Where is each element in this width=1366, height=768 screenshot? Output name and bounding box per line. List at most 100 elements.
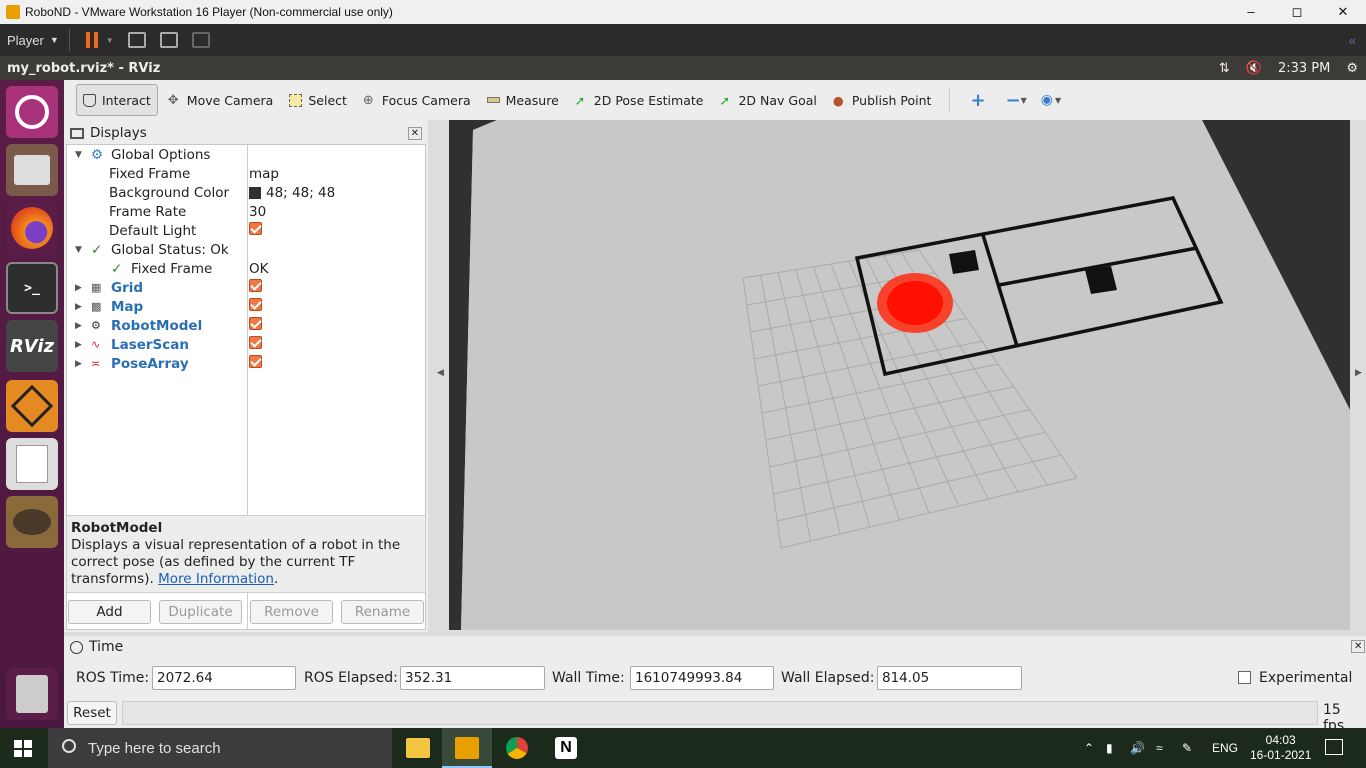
grid-icon: ▦ <box>91 281 102 294</box>
collapse-right-arrow-icon[interactable]: ▶ <box>1355 368 1362 378</box>
remove-tool-icon[interactable]: − <box>1006 90 1021 111</box>
tree-row-grid[interactable]: ▶ ▦ Grid <box>67 278 425 297</box>
notification-icon[interactable] <box>1325 739 1343 755</box>
tree-row-status-fixed-frame[interactable]: ✓ Fixed Frame OK <box>67 259 425 278</box>
show-hidden-icons[interactable]: ⌃ <box>1084 728 1094 768</box>
move-camera-tool[interactable]: ✥ Move Camera <box>162 84 280 116</box>
chevron-down-icon: ▼ <box>49 35 59 45</box>
ros-time-field[interactable]: 2072.64 <box>152 666 296 690</box>
add-button[interactable]: Add <box>68 600 151 624</box>
tree-row-default-light[interactable]: Default Light <box>67 221 425 240</box>
language-indicator[interactable]: ENG <box>1212 728 1238 768</box>
terminal-icon[interactable]: >_ <box>6 262 58 314</box>
send-keys-icon[interactable] <box>127 32 146 48</box>
render-canvas[interactable] <box>449 120 1350 630</box>
chevron-down-icon[interactable]: ▼ <box>1021 96 1027 105</box>
player-menu[interactable]: Player ▼ <box>7 33 59 48</box>
wifi-icon[interactable]: ≈ <box>1156 728 1163 768</box>
fixed-frame-value[interactable]: map <box>249 166 279 182</box>
wall-time-field[interactable]: 1610749993.84 <box>630 666 774 690</box>
reset-button[interactable]: Reset <box>67 701 117 725</box>
battery-icon[interactable]: ▮ <box>1106 728 1113 768</box>
firefox-icon[interactable] <box>6 202 58 254</box>
rviz-launcher-icon[interactable]: RViz <box>6 320 58 372</box>
interact-tool[interactable]: Interact <box>76 84 158 116</box>
ros-elapsed-field[interactable]: 352.31 <box>400 666 545 690</box>
background-color-field[interactable]: 48; 48; 48 <box>249 185 335 201</box>
vmware-icon <box>455 737 479 759</box>
map-checkbox[interactable] <box>249 298 262 311</box>
minimize-button[interactable]: – <box>1228 4 1274 20</box>
volume-icon[interactable]: 🔇 <box>1246 61 1262 76</box>
default-light-checkbox[interactable] <box>249 222 262 235</box>
gazebo-icon[interactable] <box>6 380 58 432</box>
collapse-icon[interactable]: « <box>1349 33 1356 48</box>
close-icon[interactable]: ✕ <box>1351 640 1366 653</box>
close-button[interactable]: ✕ <box>1320 4 1366 20</box>
expand-arrow-icon[interactable]: ▼ <box>75 245 85 255</box>
gimp-icon[interactable] <box>6 496 58 548</box>
tree-row-global-status[interactable]: ▼ ✓ Global Status: Ok <box>67 240 425 259</box>
expand-arrow-icon[interactable]: ▼ <box>75 150 85 160</box>
eye-icon[interactable]: ◉ <box>1041 92 1053 108</box>
rviz-launcher-label: RViz <box>9 335 55 357</box>
pen-icon[interactable]: ✎ <box>1182 728 1192 768</box>
vmware-taskbar-button[interactable] <box>442 728 492 768</box>
posearray-checkbox[interactable] <box>249 355 262 368</box>
maximize-button[interactable]: ◻ <box>1274 4 1320 20</box>
publish-point-tool[interactable]: ● Publish Point <box>827 84 938 116</box>
rename-button[interactable]: Rename <box>341 600 424 624</box>
tree-row-posearray[interactable]: ▶ ≍ PoseArray <box>67 354 425 373</box>
tree-row-global-options[interactable]: ▼ ⚙ Global Options <box>67 145 425 164</box>
notion-icon[interactable]: N <box>555 737 577 759</box>
fullscreen-icon[interactable] <box>159 32 178 48</box>
pose-estimate-tool[interactable]: ➚ 2D Pose Estimate <box>569 84 710 116</box>
close-icon[interactable]: ✕ <box>407 126 422 140</box>
trash-icon[interactable] <box>6 668 58 720</box>
select-tool[interactable]: Select <box>283 84 353 116</box>
window-title: my_robot.rviz* - RViz <box>7 60 161 76</box>
focus-camera-tool[interactable]: ⊕ Focus Camera <box>357 84 477 116</box>
nav-goal-tool[interactable]: ➚ 2D Nav Goal <box>713 84 822 116</box>
expand-arrow-icon[interactable]: ▶ <box>75 359 85 369</box>
expand-arrow-icon[interactable]: ▶ <box>75 321 85 331</box>
volume-icon[interactable]: 🔊 <box>1130 728 1145 768</box>
duplicate-button[interactable]: Duplicate <box>159 600 242 624</box>
network-icon[interactable]: ⇅ <box>1219 61 1230 76</box>
ubuntu-dash-icon[interactable] <box>6 86 58 138</box>
taskbar-clock[interactable]: 04:03 16-01-2021 <box>1250 728 1311 768</box>
chrome-icon[interactable] <box>506 737 528 759</box>
taskbar-search-box[interactable]: Type here to search <box>48 728 392 768</box>
laserscan-checkbox[interactable] <box>249 336 262 349</box>
tree-row-robotmodel[interactable]: ▶ ⚙ RobotModel <box>67 316 425 335</box>
remove-button[interactable]: Remove <box>250 600 333 624</box>
chevron-down-icon[interactable]: ▼ <box>1055 96 1061 105</box>
expand-arrow-icon[interactable]: ▶ <box>75 302 85 312</box>
grid-checkbox[interactable] <box>249 279 262 292</box>
windows-start-icon[interactable] <box>14 740 32 757</box>
clock[interactable]: 2:33 PM <box>1278 61 1330 76</box>
text-editor-icon[interactable] <box>6 438 58 490</box>
wall-elapsed-field[interactable]: 814.05 <box>877 666 1022 690</box>
more-information-link[interactable]: More Information <box>158 571 274 587</box>
tree-row-laserscan[interactable]: ▶ ∿ LaserScan <box>67 335 425 354</box>
expand-arrow-icon[interactable]: ▶ <box>75 340 85 350</box>
tree-row-fixed-frame[interactable]: Fixed Frame map <box>67 164 425 183</box>
measure-tool[interactable]: Measure <box>481 84 565 116</box>
3d-render-view[interactable] <box>449 120 1350 630</box>
files-icon[interactable] <box>6 144 58 196</box>
collapse-left-arrow-icon[interactable]: ◀ <box>437 368 444 378</box>
expand-arrow-icon[interactable]: ▶ <box>75 283 85 293</box>
robotmodel-checkbox[interactable] <box>249 317 262 330</box>
chevron-down-icon[interactable]: ▼ <box>106 36 114 45</box>
pause-icon[interactable] <box>85 32 98 48</box>
frame-rate-value[interactable]: 30 <box>249 204 266 220</box>
tree-row-map[interactable]: ▶ ▩ Map <box>67 297 425 316</box>
file-explorer-icon[interactable] <box>406 738 430 758</box>
tree-row-background-color[interactable]: Background Color 48; 48; 48 <box>67 183 425 202</box>
add-tool-icon[interactable]: + <box>970 90 985 111</box>
tree-row-frame-rate[interactable]: Frame Rate 30 <box>67 202 425 221</box>
gear-icon[interactable]: ⚙ <box>1346 61 1358 76</box>
experimental-checkbox[interactable] <box>1238 671 1251 684</box>
unity-icon[interactable] <box>191 32 210 48</box>
